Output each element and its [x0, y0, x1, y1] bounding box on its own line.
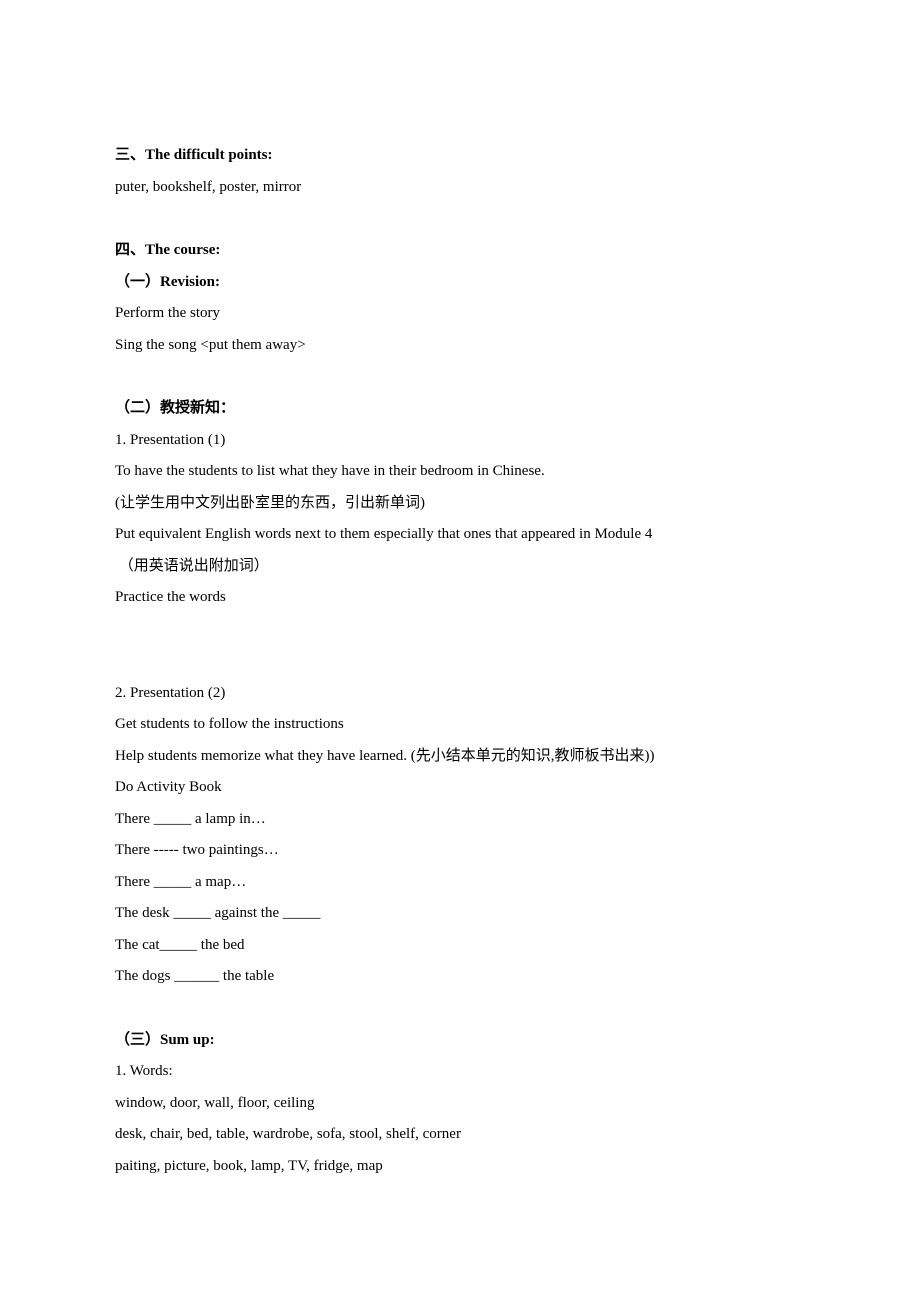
text-line: 1. Words: — [115, 1056, 805, 1088]
spacer — [115, 993, 805, 1025]
subsection-heading-revision: （一）Revision: — [115, 267, 805, 299]
text-line: Do Activity Book — [115, 772, 805, 804]
spacer — [115, 646, 805, 678]
text-line: 2. Presentation (2) — [115, 678, 805, 710]
text-line: （用英语说出附加词） — [115, 551, 805, 583]
text-line: Sing the song <put them away> — [115, 330, 805, 362]
text-line: paiting, picture, book, lamp, TV, fridge… — [115, 1151, 805, 1183]
spacer — [115, 614, 805, 646]
subsection-heading-teaching: （二）教授新知： — [115, 393, 805, 425]
text-line: The desk _____ against the _____ — [115, 898, 805, 930]
text-line: There _____ a map… — [115, 867, 805, 899]
text-line: Put equivalent English words next to the… — [115, 519, 805, 551]
text-line: There _____ a lamp in… — [115, 804, 805, 836]
text-line: window, door, wall, floor, ceiling — [115, 1088, 805, 1120]
text-line: Help students memorize what they have le… — [115, 741, 805, 773]
text-line: The dogs ______ the table — [115, 961, 805, 993]
text-line: The cat_____ the bed — [115, 930, 805, 962]
section-heading-course: 四、The course: — [115, 235, 805, 267]
text-line: To have the students to list what they h… — [115, 456, 805, 488]
spacer — [115, 203, 805, 235]
text-line: desk, chair, bed, table, wardrobe, sofa,… — [115, 1119, 805, 1151]
text-line: Get students to follow the instructions — [115, 709, 805, 741]
text-line: (让学生用中文列出卧室里的东西，引出新单词) — [115, 488, 805, 520]
text-line: There ----- two paintings… — [115, 835, 805, 867]
subsection-heading-sumup: （三）Sum up: — [115, 1025, 805, 1057]
text-line: puter, bookshelf, poster, mirror — [115, 172, 805, 204]
section-heading-difficult-points: 三、The difficult points: — [115, 140, 805, 172]
text-line: Perform the story — [115, 298, 805, 330]
text-line: 1. Presentation (1) — [115, 425, 805, 457]
document-page: 三、The difficult points: puter, bookshelf… — [0, 0, 920, 1282]
spacer — [115, 361, 805, 393]
text-line: Practice the words — [115, 582, 805, 614]
